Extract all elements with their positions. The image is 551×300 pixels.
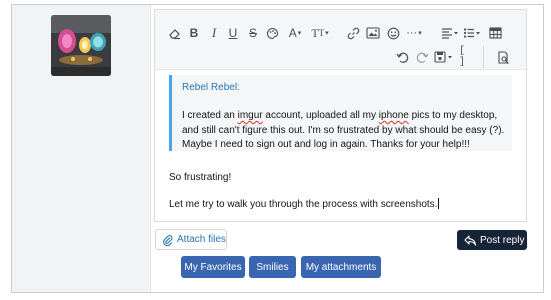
undo-icon[interactable] [395, 48, 409, 66]
quote-text: I created an imgur account, uploaded all… [182, 109, 512, 153]
preview-icon[interactable] [496, 48, 510, 66]
image-icon[interactable] [366, 24, 380, 42]
paperclip-icon [163, 234, 173, 246]
avatar[interactable] [51, 15, 111, 76]
smilies-button[interactable]: Smilies [249, 256, 296, 278]
body-line-2: Let me try to walk you through the proce… [169, 198, 440, 210]
bold-icon[interactable]: B [188, 24, 200, 42]
save-draft-icon[interactable] [433, 48, 453, 66]
smiley-icon[interactable] [386, 24, 400, 42]
rich-text-editor[interactable]: B I U S A ▾ T T ▾ ··· ▾ [] Rebel Rebel:… [154, 9, 527, 222]
quote-text-part: I created an [182, 110, 238, 121]
palette-icon[interactable] [266, 24, 279, 42]
table-icon[interactable] [488, 24, 502, 42]
body-line-1: So frustrating! [169, 172, 232, 183]
post-reply-label: Post reply [480, 234, 525, 246]
quote-author[interactable]: Rebel Rebel: [182, 82, 240, 93]
more-options-icon[interactable]: ··· ▾ [405, 24, 423, 42]
jewelry-rings-photo [51, 15, 111, 76]
align-icon[interactable] [440, 24, 458, 42]
toolbar-divider [483, 46, 484, 68]
misspelled-word: imgur [237, 110, 263, 121]
my-attachments-button[interactable]: My attachments [301, 256, 381, 278]
text-caret [438, 198, 440, 209]
font-size-icon[interactable]: T T ▾ [308, 24, 332, 42]
user-sidebar [12, 5, 151, 292]
italic-icon[interactable]: I [208, 24, 220, 42]
post-reply-button[interactable]: Post reply [457, 230, 527, 250]
redo-icon[interactable] [415, 48, 429, 66]
font-family-icon[interactable]: A ▾ [285, 24, 305, 42]
list-icon[interactable] [462, 24, 480, 42]
attach-files-button[interactable]: Attach files [155, 229, 227, 250]
strikethrough-icon[interactable]: S [247, 24, 259, 42]
quoted-message: Rebel Rebel: I created an imgur account,… [169, 75, 512, 151]
editor-toolbar: B I U S A ▾ T T ▾ ··· ▾ [] [155, 10, 526, 70]
misspelled-word: iphone [378, 110, 409, 121]
quote-text-part: account, uploaded all my [262, 110, 379, 121]
reply-icon [464, 234, 476, 246]
bbcode-toggle-icon[interactable]: [ ] [459, 46, 473, 68]
attach-files-label: Attach files [177, 234, 226, 245]
link-icon[interactable] [346, 24, 360, 42]
eraser-icon[interactable] [167, 24, 181, 42]
my-favorites-button[interactable]: My Favorites [181, 256, 245, 278]
underline-icon[interactable]: U [227, 24, 239, 42]
body-line-2-text: Let me try to walk you through the proce… [169, 199, 438, 210]
